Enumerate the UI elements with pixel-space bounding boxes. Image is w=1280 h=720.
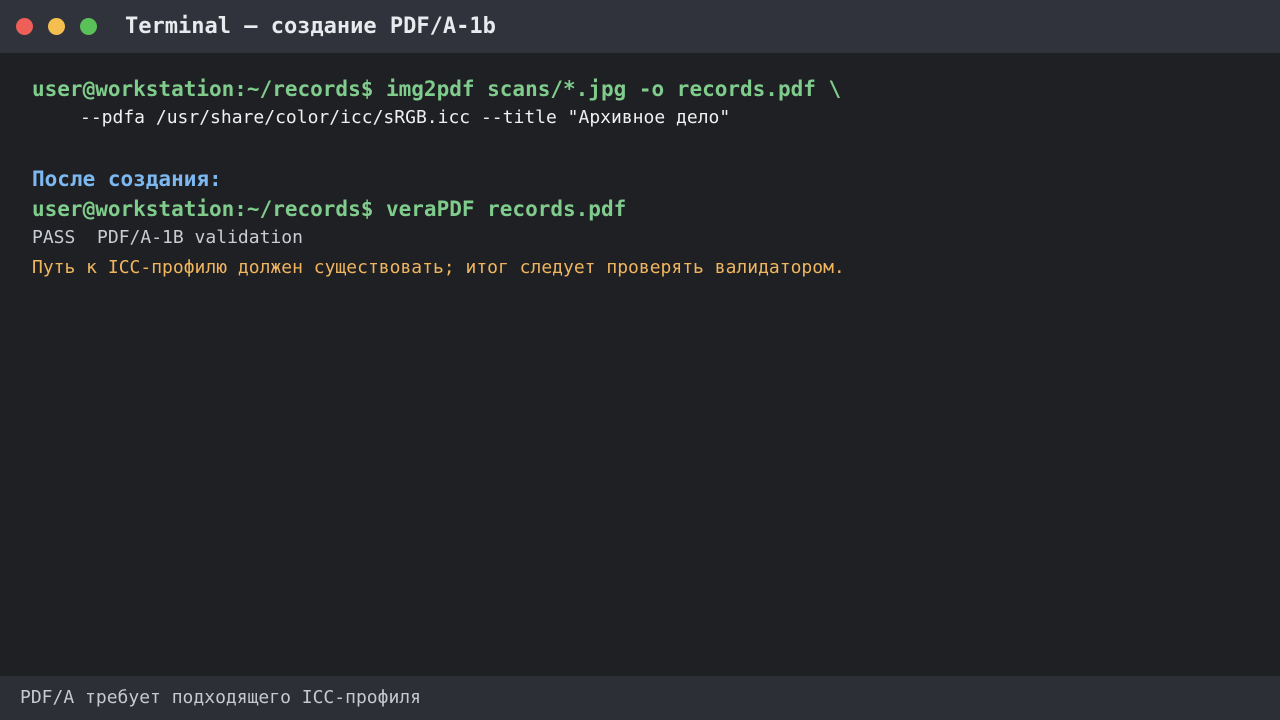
command-continuation-line: --pdfa /usr/share/color/icc/sRGB.icc --t… [80,107,731,128]
window-title: Terminal — создание PDF/A-1b [125,14,496,39]
command-line-img2pdf: user@workstation:~/records$ img2pdf scan… [32,77,842,101]
command-line-verapdf: user@workstation:~/records$ veraPDF reco… [32,197,627,221]
validation-result: PASS PDF/A-1B validation [32,227,303,248]
terminal-window: Terminal — создание PDF/A-1b user@workst… [0,0,1280,720]
zoom-button[interactable] [80,18,97,35]
status-text: PDF/A требует подходящего ICC-профиля [20,687,421,708]
section-heading: После создания: [32,167,222,191]
warning-note: Путь к ICC-профилю должен существовать; … [32,257,845,278]
close-button[interactable] [16,18,33,35]
status-bar: PDF/A требует подходящего ICC-профиля [0,676,1280,720]
minimize-button[interactable] [48,18,65,35]
title-bar: Terminal — создание PDF/A-1b [0,0,1280,53]
